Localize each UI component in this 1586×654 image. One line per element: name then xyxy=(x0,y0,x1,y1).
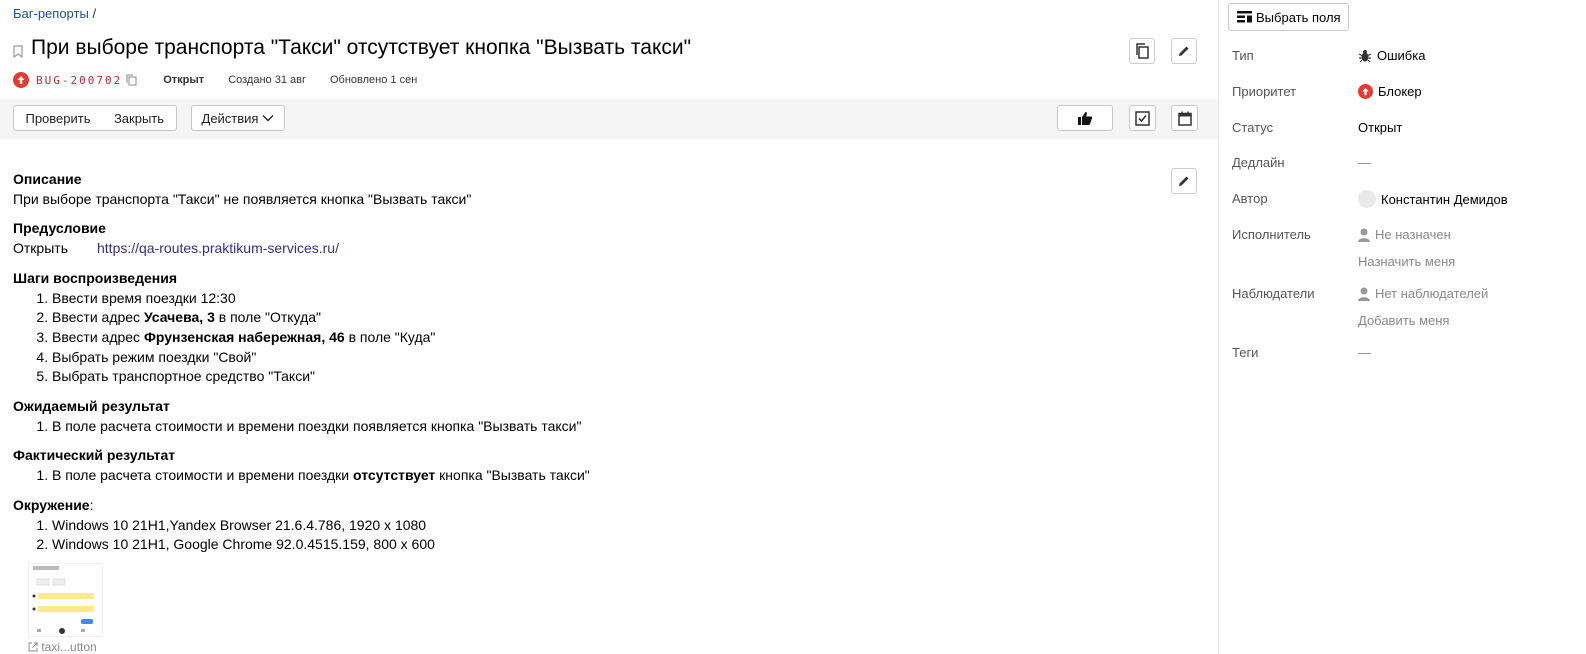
steps-section: Шаги воспроизведения Ввести время поездк… xyxy=(13,269,1163,387)
issue-meta-row: BUG-200702 Открыт Создано 31 авг Обновле… xyxy=(13,72,417,88)
pencil-icon xyxy=(1179,176,1189,186)
actual-heading: Фактический результат xyxy=(13,447,176,464)
attachment-name[interactable]: taxi...utton xyxy=(28,640,97,654)
checkbox-icon xyxy=(1135,110,1150,126)
created-date: Создано 31 авг xyxy=(228,74,306,86)
external-link-icon xyxy=(28,642,38,652)
precondition-section: Предусловие Открыть https://qa-routes.pra… xyxy=(13,219,1163,258)
list-item: Выбрать транспортное средство "Такси" xyxy=(52,367,1163,387)
priority-value[interactable]: Блокер xyxy=(1358,84,1422,99)
author-value[interactable]: Константин Демидов xyxy=(1358,190,1508,208)
breadcrumb-parent-link[interactable]: Баг-репорты xyxy=(13,6,89,21)
tags-label: Теги xyxy=(1232,345,1259,360)
precondition-key: Открыть xyxy=(13,240,68,257)
calendar-icon xyxy=(1177,111,1192,126)
issue-key[interactable]: BUG-200702 xyxy=(36,74,122,87)
expected-heading: Ожидаемый результат xyxy=(13,398,170,415)
actions-label: Действия xyxy=(201,110,259,126)
status-badge[interactable]: Открыт xyxy=(163,74,204,86)
tags-value[interactable]: — xyxy=(1358,345,1371,360)
deadline-label: Дедлайн xyxy=(1232,155,1285,170)
copy-link-button[interactable] xyxy=(1129,38,1155,64)
copy-icon xyxy=(1136,43,1149,59)
fields-list-icon xyxy=(1237,11,1252,23)
list-item: Ввести адрес Усачева, 3 в поле "Откуда" xyxy=(52,308,1163,328)
watchers-label: Наблюдатели xyxy=(1232,286,1315,301)
calendar-button[interactable] xyxy=(1171,105,1198,131)
list-item: Ввести время поездки 12:30 xyxy=(52,289,1163,309)
avatar xyxy=(1358,190,1376,208)
author-label: Автор xyxy=(1232,191,1268,206)
type-label: Тип xyxy=(1232,48,1254,63)
user-icon xyxy=(1358,287,1370,301)
assignee-value[interactable]: Не назначен xyxy=(1358,227,1451,242)
edit-title-button[interactable] xyxy=(1171,38,1197,64)
priority-blocker-icon xyxy=(1358,84,1373,99)
environment-section: Окружение: Windows 10 21H1,Yandex Browse… xyxy=(13,496,1163,555)
edit-description-button[interactable] xyxy=(1171,168,1197,194)
list-item: Windows 10 21H1, Google Chrome 92.0.4515… xyxy=(52,535,1163,555)
attachment-thumbnail[interactable] xyxy=(28,563,103,637)
actions-dropdown[interactable]: Действия xyxy=(191,105,285,131)
precondition-heading: Предусловие xyxy=(13,220,106,237)
list-item: В поле расчета стоимости и времени поезд… xyxy=(52,417,1163,437)
precondition-link[interactable]: https://qa-routes.praktikum-services.ru/ xyxy=(97,240,339,256)
add-me-link[interactable]: Добавить меня xyxy=(1358,313,1449,328)
type-value[interactable]: Ошибка xyxy=(1358,48,1425,63)
description-section: Описание При выборе транспорта "Такси" н… xyxy=(13,170,1163,209)
steps-heading: Шаги воспроизведения xyxy=(13,269,177,286)
assign-me-link[interactable]: Назначить меня xyxy=(1358,254,1455,269)
issue-fields-sidebar: Выбрать поля Тип Ошибка Приоритет Блокер… xyxy=(1218,0,1586,654)
close-button[interactable]: Закрыть xyxy=(102,105,177,131)
bug-icon xyxy=(1358,49,1372,62)
select-fields-label: Выбрать поля xyxy=(1256,9,1341,25)
checklist-button[interactable] xyxy=(1129,105,1156,131)
watchers-value[interactable]: Нет наблюдателей xyxy=(1358,286,1488,301)
environment-heading: Окружение xyxy=(13,496,90,513)
thumbs-up-icon xyxy=(1078,111,1093,125)
steps-list: Ввести время поездки 12:30 Ввести адрес … xyxy=(13,289,1163,388)
status-label: Статус xyxy=(1232,120,1274,135)
check-button[interactable]: Проверить xyxy=(13,105,103,131)
description-heading: Описание xyxy=(13,171,82,187)
deadline-value[interactable]: — xyxy=(1358,155,1371,170)
list-item: Windows 10 21H1,Yandex Browser 21.6.4.78… xyxy=(52,516,1163,536)
priority-blocker-icon xyxy=(13,72,29,88)
issue-main-panel: Баг-репорты / При выборе транспорта "Так… xyxy=(0,0,1218,654)
chevron-down-icon xyxy=(262,115,274,122)
issue-toolbar: Проверить Закрыть Действия xyxy=(0,99,1218,139)
list-item: Ввести адрес Фрунзенская набережная, 46 … xyxy=(52,328,1163,348)
breadcrumb: Баг-репорты / xyxy=(13,6,96,21)
priority-label: Приоритет xyxy=(1232,84,1297,99)
expected-section: Ожидаемый результат В поле расчета стоим… xyxy=(13,397,1163,436)
list-item: В поле расчета стоимости и времени поезд… xyxy=(52,466,1163,486)
description-text: При выборе транспорта "Такси" не появляе… xyxy=(13,190,472,207)
title-row: При выборе транспорта "Такси" отсутствуе… xyxy=(13,36,691,60)
user-icon xyxy=(1358,228,1370,242)
page-title: При выборе транспорта "Такси" отсутствуе… xyxy=(31,36,692,59)
select-fields-button[interactable]: Выбрать поля xyxy=(1228,3,1349,31)
updated-date: Обновлено 1 сен xyxy=(329,74,418,86)
environment-list: Windows 10 21H1,Yandex Browser 21.6.4.78… xyxy=(13,516,1163,555)
status-value[interactable]: Открыт xyxy=(1358,120,1402,135)
issue-description: Описание При выборе транспорта "Такси" н… xyxy=(13,170,1163,565)
assignee-label: Исполнитель xyxy=(1232,227,1311,242)
pencil-icon xyxy=(1179,46,1189,56)
copy-key-icon[interactable] xyxy=(126,74,137,86)
breadcrumb-separator: / xyxy=(92,6,97,21)
like-button[interactable] xyxy=(1057,105,1113,131)
list-item: Выбрать режим поездки "Свой" xyxy=(52,348,1163,368)
actual-section: Фактический результат В поле расчета сто… xyxy=(13,446,1163,485)
bookmark-icon[interactable] xyxy=(13,44,23,58)
